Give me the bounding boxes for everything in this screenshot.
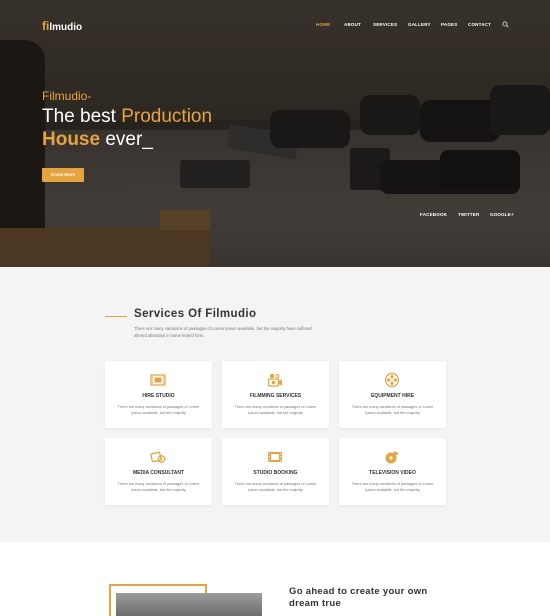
services-description: There are many variations of passages of… (134, 326, 312, 338)
video-disc-icon (385, 451, 399, 464)
service-card-title: MEDIA CONSULTANT (132, 470, 184, 476)
hero-title-highlight-bold: House (42, 129, 101, 150)
logo-text: lmudio (49, 22, 83, 33)
section-divider (105, 316, 127, 317)
about-image (116, 593, 262, 616)
social-google[interactable]: GOOGLE+ (490, 212, 514, 217)
service-card-desc: There are many variations of passages of… (117, 405, 200, 415)
film-reel-icon (384, 372, 400, 388)
nav-gallery[interactable]: GALLERY (408, 22, 431, 27)
service-card[interactable]: STUDIO BOOKING There are many variations… (222, 438, 329, 505)
hero-subtitle: Filmudio- (42, 89, 92, 103)
tickets-icon (150, 451, 166, 463)
service-card-desc: There are many variations of passages of… (351, 405, 434, 415)
nav-pages[interactable]: PAGES (441, 22, 457, 27)
about-image-fill (116, 593, 262, 616)
service-card-title: HIRE STUDIO (142, 393, 175, 399)
service-card[interactable]: TELEVISION VIDEO There are many variatio… (339, 438, 446, 505)
service-card-title: FILMMING SERVICES (249, 393, 302, 399)
know-more-button[interactable]: Know More (42, 168, 84, 182)
nav-home[interactable]: HOME (316, 22, 330, 27)
service-card-title: TELEVISION VIDEO (369, 470, 416, 476)
service-card-title: EQUIPMENT HIRE (370, 393, 415, 399)
service-card[interactable]: MEDIA CONSULTANT There are many variatio… (105, 438, 212, 505)
camera-crew-icon (267, 373, 282, 387)
service-card[interactable]: HIRE STUDIO There are many variations of… (105, 361, 212, 428)
hero-title-part2: ever_ (100, 129, 153, 150)
hero-section: filmudio HOME ABOUT SERVICES GALLERY PAG… (0, 0, 550, 267)
logo[interactable]: filmudio (42, 19, 82, 33)
hero-title-part1: The best (42, 106, 122, 127)
hero-title: The best Production House ever_ (42, 105, 212, 151)
service-card-desc: There are many variations of passages of… (234, 482, 317, 492)
services-title: Services Of Filmudio (134, 308, 257, 320)
service-card-desc: There are many variations of passages of… (234, 405, 317, 415)
service-card-title: STUDIO BOOKING (253, 470, 298, 476)
about-section: Go ahead to create your own dream true (0, 542, 550, 616)
about-title: Go ahead to create your own dream true (289, 586, 428, 609)
nav-services[interactable]: SERVICES (373, 22, 397, 27)
service-card[interactable]: EQUIPMENT HIRE There are many variations… (339, 361, 446, 428)
nav-contact[interactable]: CONTACT (468, 22, 491, 27)
social-twitter[interactable]: TWITTER (458, 212, 479, 217)
film-strip-icon (268, 452, 282, 462)
search-icon[interactable] (502, 21, 509, 28)
film-icon (150, 374, 166, 386)
service-card-desc: There are many variations of passages of… (351, 482, 434, 492)
service-card-desc: There are many variations of passages of… (117, 482, 200, 492)
service-card[interactable]: FILMMING SERVICES There are many variati… (222, 361, 329, 428)
hero-title-highlight: Production (121, 106, 213, 127)
social-facebook[interactable]: FACEBOOK (420, 212, 447, 217)
nav-about[interactable]: ABOUT (344, 22, 361, 27)
services-section: Services Of Filmudio There are many vari… (0, 267, 550, 542)
